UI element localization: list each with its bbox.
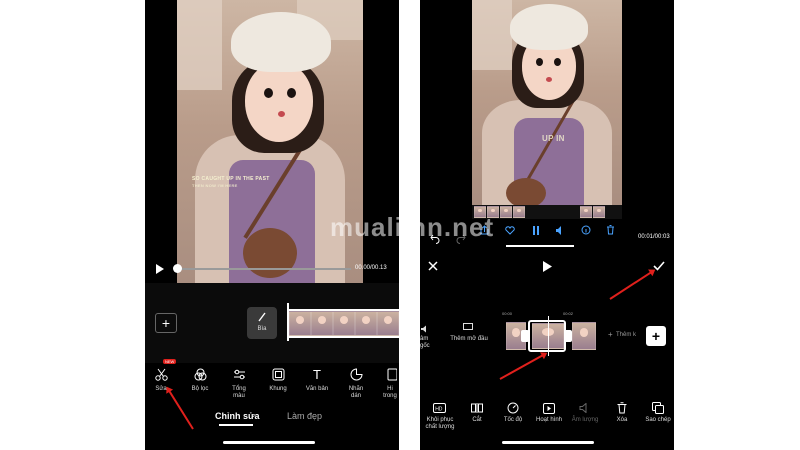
add-clip-button[interactable]: +	[155, 313, 177, 333]
tool-label: Tốc độ	[503, 417, 523, 423]
video-caption-sub: THEN NOW I'M HERE	[192, 183, 238, 188]
clip-thumb[interactable]	[572, 322, 596, 350]
tool-label: Hi trong	[383, 386, 397, 399]
hd-icon: HD	[432, 402, 446, 414]
add-opening-icon	[462, 322, 474, 332]
sticker-icon	[348, 366, 364, 382]
video-caption: UP IN	[542, 134, 565, 143]
cover-button[interactable]: Bìa	[247, 307, 277, 339]
tool-label: Nhãn dán	[348, 386, 364, 399]
pause-icon[interactable]	[530, 224, 542, 236]
add-clip-label: +	[161, 315, 171, 331]
preview-time: 00:01/00:03	[638, 234, 670, 240]
playback-time: 00.00/00.13	[355, 265, 387, 271]
speed-icon	[506, 402, 520, 414]
frame-strip[interactable]	[472, 205, 622, 219]
ruler-mark-start: 00:00	[502, 311, 513, 316]
original-audio-label-2: gốc	[420, 343, 430, 349]
tool-label: Âm lượng	[571, 417, 599, 423]
tool-label: Hoạt hình	[535, 417, 563, 423]
copy-icon	[651, 402, 665, 414]
cover-label: Bìa	[257, 326, 267, 332]
play-icon[interactable]	[540, 259, 554, 273]
info-icon[interactable]	[580, 224, 592, 236]
home-indicator	[223, 441, 315, 444]
clip-strip[interactable]	[289, 309, 399, 338]
clip-trim-handle-left[interactable]	[521, 330, 529, 342]
clip-trim-handle-right[interactable]	[564, 330, 572, 342]
play-icon[interactable]	[153, 262, 165, 276]
split-icon	[470, 402, 484, 414]
overlay-icon	[385, 366, 399, 382]
tool-label: Sao chép	[645, 417, 671, 423]
add-clip-button[interactable]: +	[646, 326, 666, 346]
tab-edit[interactable]: Chỉnh sửa	[215, 411, 260, 421]
audio-note-icon	[256, 311, 268, 323]
close-icon[interactable]	[426, 259, 440, 273]
frame-icon	[270, 366, 286, 382]
original-audio-label: âm	[420, 336, 429, 342]
animation-icon	[542, 402, 556, 414]
annotation-arrow	[166, 387, 194, 430]
preview-home-indicator	[506, 245, 574, 247]
tab-beauty[interactable]: Làm đẹp	[287, 411, 322, 421]
tool-label: Khung	[269, 386, 287, 392]
tool-label: Bộ lọc	[191, 386, 209, 392]
selected-clip[interactable]	[528, 320, 566, 352]
add-opening-label: Thêm mở đầu	[450, 336, 488, 342]
tab-edit-underline	[219, 424, 253, 426]
speaker-icon	[420, 324, 428, 334]
video-caption: SO CAUGHT UP IN THE PAST	[192, 176, 270, 182]
progress-track[interactable]	[175, 268, 351, 270]
ruler-mark-2s: 00:02	[563, 311, 574, 316]
trash-top-icon[interactable]	[604, 224, 616, 236]
video-preview[interactable]: UP IN	[472, 0, 622, 205]
home-indicator	[502, 441, 594, 444]
add-clip-plus-small: +	[608, 330, 613, 339]
tool-label: Khôi phục chất lượng	[425, 417, 455, 430]
text-icon: T	[313, 366, 321, 382]
tool-label: Tổng màu	[232, 386, 246, 399]
tool-label: Văn bản	[305, 386, 329, 392]
scissors-icon	[153, 366, 169, 382]
mute-icon[interactable]	[554, 224, 566, 236]
timeline-playhead	[548, 316, 549, 356]
svg-text:HD: HD	[435, 406, 443, 412]
adjust-icon	[231, 366, 247, 382]
watermark: mualimn.net	[330, 212, 495, 242]
tool-label: Xóa	[616, 417, 628, 423]
new-badge: NEW	[163, 359, 177, 364]
filter-icon	[192, 366, 208, 382]
tool-label: Cắt	[472, 417, 482, 423]
progress-handle[interactable]	[173, 264, 182, 273]
add-clip-label: +	[651, 328, 661, 344]
trash-icon	[615, 402, 629, 414]
heart-icon[interactable]	[504, 224, 516, 236]
add-more-label[interactable]: Thêm k	[616, 332, 636, 338]
volume-icon	[578, 402, 592, 414]
